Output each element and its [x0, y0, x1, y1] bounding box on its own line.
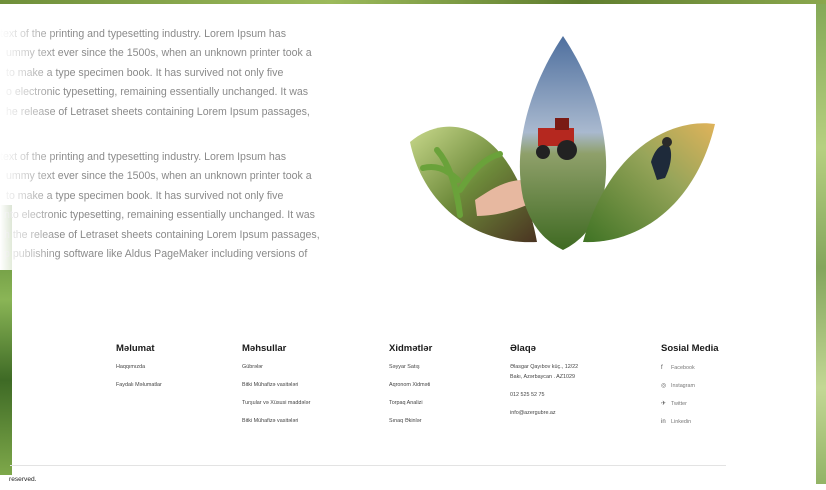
footer-heading: Xidmətlər: [389, 343, 433, 354]
intro-line: to make a type specimen book. It has sur…: [6, 66, 284, 79]
social-link-twitter[interactable]: ✈ Twitter: [661, 400, 719, 408]
footer-divider: [10, 465, 726, 466]
footer-link-seyyar-satis[interactable]: Səyyar Satış: [389, 364, 432, 371]
footer-column-melumat: Məlumat Haqqımızda Faydalı Məlumatlar: [116, 343, 162, 400]
footer-link-sinaq-ekinler[interactable]: Sınaq Əkinlər: [389, 418, 432, 425]
copyright-text: reserved.: [9, 476, 37, 483]
social-label: Twitter: [671, 400, 687, 407]
footer-heading: Əlaqə: [510, 343, 536, 354]
social-label: Facebook: [671, 364, 695, 371]
tractor-wheel: [536, 145, 550, 159]
email-link[interactable]: info@azergubre.az: [510, 410, 578, 417]
intro-line: p publishing software like Aldus PageMak…: [4, 248, 308, 261]
footer-link-bitki-muhafize-2[interactable]: Bitki Mühafizə vasitələri: [242, 418, 310, 425]
intro-line: he release of Letraset sheets containing…: [6, 105, 310, 118]
footer-heading: Məhsullar: [242, 343, 287, 354]
footer-link-gubreler[interactable]: Gübrələr: [242, 364, 310, 371]
instagram-icon: ◎: [661, 383, 667, 389]
social-label: Linkedin: [671, 418, 692, 425]
footer-link-faydali-melumatlar[interactable]: Faydalı Məlumatlar: [116, 382, 162, 389]
top-image-strip: [0, 0, 826, 4]
intro-line: to make a type specimen book. It has sur…: [6, 189, 284, 202]
intro-line: h the release of Letraset sheets contain…: [4, 228, 320, 241]
social-link-linkedin[interactable]: in Linkedin: [661, 418, 719, 425]
footer-link-aqronom[interactable]: Aqronom Xidməti: [389, 382, 432, 389]
linkedin-icon: in: [661, 418, 666, 425]
social-link-facebook[interactable]: f Facebook: [661, 364, 719, 371]
intro-line: nto electronic typesetting, remaining es…: [4, 209, 315, 222]
phone-link[interactable]: 012 525 52 75: [510, 392, 578, 399]
footer-column-sosial: Sosial Media f Facebook ◎ Instagram ✈ Tw…: [661, 343, 719, 436]
social-link-instagram[interactable]: ◎ Instagram: [661, 382, 719, 390]
facebook-icon: f: [661, 364, 663, 371]
agriculture-leaf-logo: [410, 36, 715, 250]
footer-link-torpaq-analizi[interactable]: Torpaq Analizi: [389, 400, 432, 407]
address-line: Bakı, Azərbaycan . AZ1029: [510, 374, 576, 380]
address-line: Əlasgar Qayıbov küç., 12/22: [510, 364, 579, 370]
twitter-icon: ✈: [661, 401, 667, 407]
intro-line: text of the printing and typesetting ind…: [0, 28, 286, 40]
intro-line: ummy text ever since the 1500s, when an …: [6, 170, 312, 183]
tractor-wheel: [557, 140, 577, 160]
footer-link-haqqimizda[interactable]: Haqqımızda: [116, 364, 162, 371]
footer-heading: Məlumat: [116, 343, 155, 354]
footer-column-xidmetler: Xidmətlər Səyyar Satış Aqronom Xidməti T…: [389, 343, 432, 436]
footer-heading: Sosial Media: [661, 343, 719, 354]
footer-column-mehsullar: Məhsullar Gübrələr Bitki Mühafizə vasitə…: [242, 343, 310, 436]
intro-paragraph-2: text of the printing and typesetting ind…: [0, 148, 362, 264]
footer-column-elaqe: Əlaqə Əlasgar Qayıbov küç., 12/22 Bakı, …: [510, 343, 578, 428]
intro-line: text of the printing and typesetting ind…: [0, 151, 286, 163]
intro-line: ummy text ever since the 1500s, when an …: [6, 47, 312, 60]
footer-link-tursular[interactable]: Turşular və Xüsusi maddələr: [242, 400, 310, 407]
social-label: Instagram: [671, 382, 695, 389]
intro-paragraph-1: text of the printing and typesetting ind…: [0, 25, 362, 122]
intro-line: o electronic typesetting, remaining esse…: [6, 86, 309, 99]
footer-link-bitki-muhafize[interactable]: Bitki Mühafizə vasitələri: [242, 382, 310, 389]
farmer-head: [662, 137, 672, 147]
tractor-cab: [555, 118, 569, 130]
right-edge-image: [816, 4, 826, 484]
